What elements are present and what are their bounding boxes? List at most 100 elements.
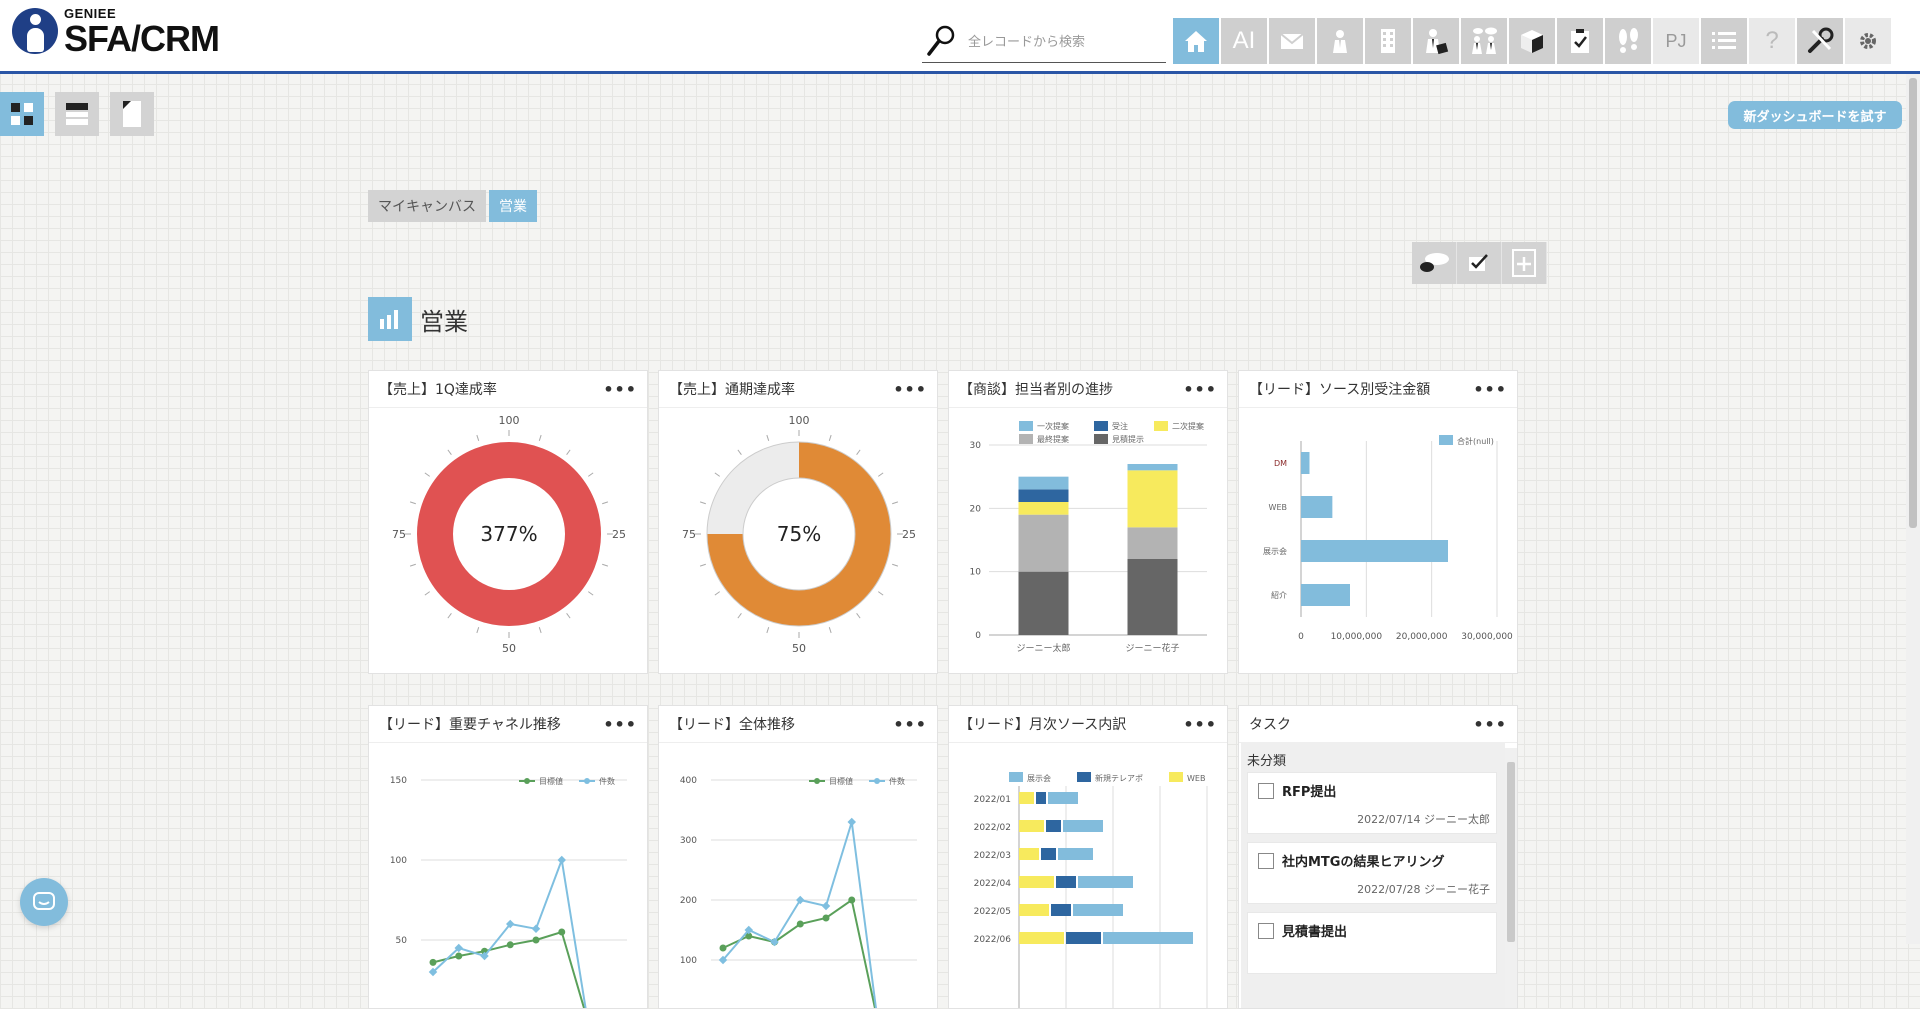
legend-label: 見積提示: [1112, 434, 1144, 444]
legend-label: 新規テレアポ: [1095, 773, 1143, 783]
x-tick-label: 0: [1298, 632, 1304, 642]
widget-monthly-source: 【リード】月次ソース内訳 ••• 2022/01 2022/02 2022/03 20…: [948, 705, 1228, 1009]
widget-menu-button[interactable]: •••: [603, 380, 637, 399]
widget-menu-button[interactable]: •••: [893, 380, 927, 399]
widget-deal-progress: 【商談】担当者別の進捗 ••• 0 10 20 30 ジーニー太郎 ジーニー花子 一次提案 受…: [948, 370, 1228, 674]
bar-segment: [1127, 559, 1178, 635]
gauge-chart: 100 25 50 75 75%: [659, 407, 937, 673]
widget-menu-button[interactable]: •••: [1473, 380, 1507, 399]
task-checkbox[interactable]: [1258, 923, 1274, 939]
x-tick-label: ジーニー花子: [1125, 642, 1179, 654]
widget-header: 【売上】1Q達成率 •••: [369, 371, 647, 408]
nav-settings-button[interactable]: [1845, 18, 1891, 64]
bar-segment: [1018, 514, 1069, 572]
y-tick-label: DM: [1274, 459, 1287, 468]
task-scrollbar[interactable]: [1505, 748, 1517, 1008]
search-input[interactable]: [966, 34, 1160, 51]
nav-ai-button[interactable]: AI: [1221, 18, 1267, 64]
widget-title: 【リード】全体推移: [669, 717, 795, 733]
mail-icon: [1280, 33, 1304, 49]
y-tick-label: 400: [680, 776, 697, 786]
series-line: [722, 898, 876, 1008]
widget-menu-button[interactable]: •••: [893, 715, 927, 734]
widget-q1-achievement: 【売上】1Q達成率 ••• 100 25 50 75 377%: [368, 370, 648, 674]
nav-product-button[interactable]: [1509, 18, 1555, 64]
view-list-button[interactable]: [55, 92, 99, 136]
try-new-dashboard-button[interactable]: 新ダッシュボードを試す: [1728, 101, 1902, 129]
chart-svg: 2022/012022/022022/032022/042022/052022/…: [974, 772, 1208, 1008]
legend-label: 件数: [889, 776, 905, 786]
widget-menu-button[interactable]: •••: [1183, 715, 1217, 734]
legend-label: 一次提案: [1037, 421, 1069, 431]
nav-task-button[interactable]: [1557, 18, 1603, 64]
x-tick-label: 30,000,000: [1461, 632, 1513, 642]
bar-segment: [1018, 502, 1069, 515]
stacked-bar-chart: 0 10 20 30 ジーニー太郎 ジーニー花子 一次提案 受注 二次提案 最終提案 見積提示: [949, 407, 1227, 673]
bar-segment: [1103, 932, 1193, 944]
logo-mark-icon: [12, 8, 58, 54]
search-icon[interactable]: [926, 24, 956, 58]
task-item[interactable]: 見積書提出: [1247, 912, 1497, 974]
data-point: [848, 896, 856, 904]
bar-segment: [1127, 464, 1178, 471]
nav-mail-button[interactable]: [1269, 18, 1315, 64]
tools-wrench-icon: [1808, 27, 1834, 53]
contact-person-icon: [1333, 30, 1347, 53]
widget-menu-button[interactable]: •••: [1183, 380, 1217, 399]
nav-home-button[interactable]: [1173, 18, 1219, 64]
task-checkbox[interactable]: [1258, 783, 1274, 799]
nav-activity-button[interactable]: [1605, 18, 1651, 64]
nav-meeting-button[interactable]: [1461, 18, 1507, 64]
task-date: 2022/07/14: [1357, 813, 1421, 826]
widget-source-amount: 【リード】ソース別受注金額 ••• 0 10,000,000 20,000,000 3…: [1238, 370, 1518, 674]
view-tiles-button[interactable]: [0, 92, 44, 136]
nav-help-button[interactable]: ?: [1749, 18, 1795, 64]
data-point: [557, 855, 566, 865]
y-tick-label: 0: [975, 631, 981, 641]
nav-deal-button[interactable]: [1413, 18, 1459, 64]
page-scrollbar[interactable]: [1906, 74, 1920, 944]
gauge-chart: 100 25 50 75 377%: [369, 407, 647, 673]
task-item[interactable]: RFP提出 2022/07/14 ジーニー太郎: [1247, 772, 1497, 834]
task-list: 未分類 RFP提出 2022/07/14 ジーニー太郎 社内MTGの結果ヒアリン…: [1239, 742, 1517, 1008]
page-scrollbar-thumb[interactable]: [1909, 78, 1917, 528]
gauge-center-label: 377%: [480, 522, 538, 546]
legend-marker: [874, 778, 880, 784]
task-title: 社内MTGの結果ヒアリング: [1282, 855, 1445, 870]
data-point: [719, 944, 727, 952]
bar-segment: [1019, 848, 1039, 860]
task-clipboard-icon: [1571, 29, 1589, 53]
bar-segment: [1051, 904, 1071, 916]
legend-label: 受注: [1112, 421, 1128, 431]
y-tick-label: 10: [970, 568, 982, 578]
data-point: [506, 941, 514, 949]
nav-list-button[interactable]: [1701, 18, 1747, 64]
chart-svg: 0 10,000,000 20,000,000 30,000,000 DM WEB 展示会紹…: [1263, 435, 1513, 642]
task-checkbox[interactable]: [1258, 853, 1274, 869]
task-scrollbar-thumb[interactable]: [1507, 762, 1515, 942]
widget-header: 【リード】月次ソース内訳 •••: [949, 706, 1227, 743]
add-task-button[interactable]: [1457, 242, 1502, 284]
nav-company-button[interactable]: [1365, 18, 1411, 64]
home-icon: [1185, 31, 1207, 52]
legend-marker: [584, 778, 590, 784]
chat-support-button[interactable]: [20, 878, 68, 926]
task-item[interactable]: 社内MTGの結果ヒアリング 2022/07/28 ジーニー花子: [1247, 842, 1497, 904]
add-widget-button[interactable]: [1502, 242, 1547, 284]
nav-project-button[interactable]: PJ: [1653, 18, 1699, 64]
tab-sales[interactable]: 営業: [489, 190, 537, 222]
nav-contact-button[interactable]: [1317, 18, 1363, 64]
bar-segment: [1018, 476, 1069, 490]
nav-tools-button[interactable]: [1797, 18, 1843, 64]
tab-my-canvas[interactable]: マイキャンバス: [368, 190, 486, 222]
widget-menu-button[interactable]: •••: [1473, 715, 1507, 734]
view-page-button[interactable]: [110, 92, 154, 136]
comment-button[interactable]: [1412, 242, 1457, 284]
rows-icon: [66, 103, 88, 125]
widget-menu-button[interactable]: •••: [603, 715, 637, 734]
legend-label: 二次提案: [1172, 421, 1204, 431]
data-point: [821, 901, 831, 911]
bar-segment: [1041, 848, 1056, 860]
logo-big-text: SFA/CRM: [64, 18, 220, 59]
legend-swatch: [1094, 434, 1108, 444]
